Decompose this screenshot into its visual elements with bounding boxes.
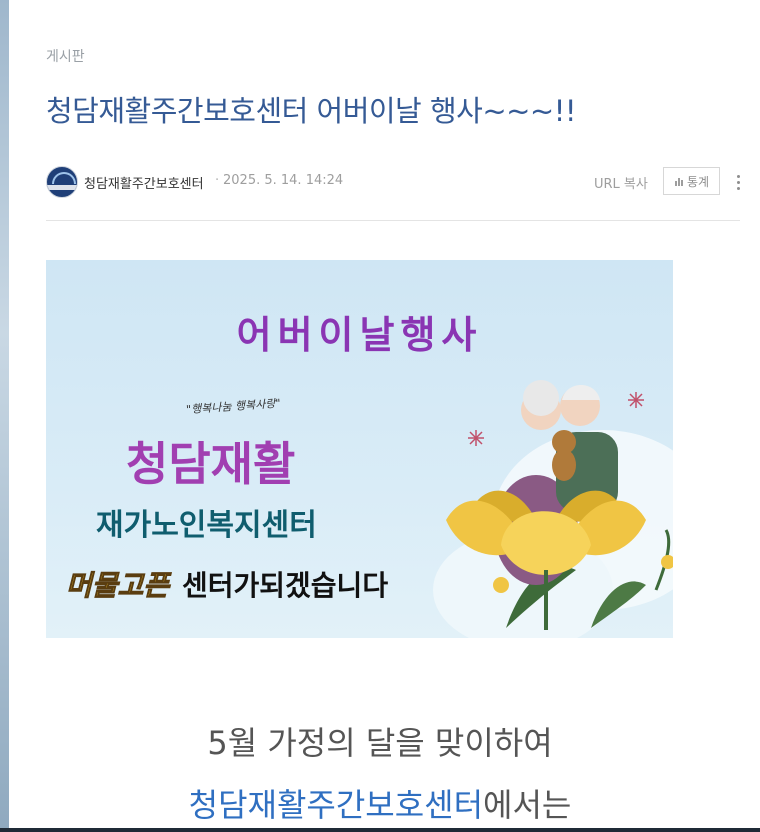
stats-label: 통계: [686, 174, 710, 189]
author-avatar[interactable]: [46, 166, 78, 198]
post-meta: 청담재활주간보호센터 · 2025. 5. 14. 14:24 URL 복사 통…: [46, 166, 740, 198]
banner-center-subtitle: 재가노인복지센터: [96, 508, 317, 543]
stats-button[interactable]: 통계: [663, 167, 720, 195]
banner-highlight: 머물고픈: [65, 569, 170, 603]
elderly-couple-flower-illustration: [446, 380, 673, 630]
meta-divider: [46, 220, 740, 221]
post-date: 2025. 5. 14. 14:24: [223, 173, 344, 188]
bar-chart-icon: [674, 178, 683, 186]
author-name[interactable]: 청담재활주간보호센터: [84, 173, 204, 192]
post-title: 청담재활주간보호센터 어버이날 행사~~~!!: [46, 94, 576, 128]
meta-separator: ·: [215, 173, 220, 188]
banner-slogan: "행복나눔 행복사랑": [185, 396, 281, 417]
body-intro-line-2: 청담재활주간보호센터에서는: [0, 780, 760, 826]
body-line-suffix: 에서는: [483, 786, 572, 824]
board-label[interactable]: 게시판: [46, 46, 85, 66]
url-copy-button[interactable]: URL 복사: [594, 173, 648, 192]
window-edge: [0, 0, 9, 832]
window-bottom-edge: [0, 828, 760, 832]
event-banner-image: 어버이날행사 "행복나눔 행복사랑" 청담재활 재가노인복지센터 머물고픈 센터…: [46, 260, 673, 638]
body-center-name: 청담재활주간보호센터: [188, 786, 484, 824]
banner-event-title: 어버이날행사: [236, 313, 483, 357]
banner-center-name: 청담재활: [126, 437, 296, 491]
banner-message: 센터가되겠습니다: [182, 569, 389, 602]
more-options-icon[interactable]: [732, 171, 744, 193]
body-intro-line-1: 5월 가정의 달을 맞이하여: [207, 724, 553, 762]
